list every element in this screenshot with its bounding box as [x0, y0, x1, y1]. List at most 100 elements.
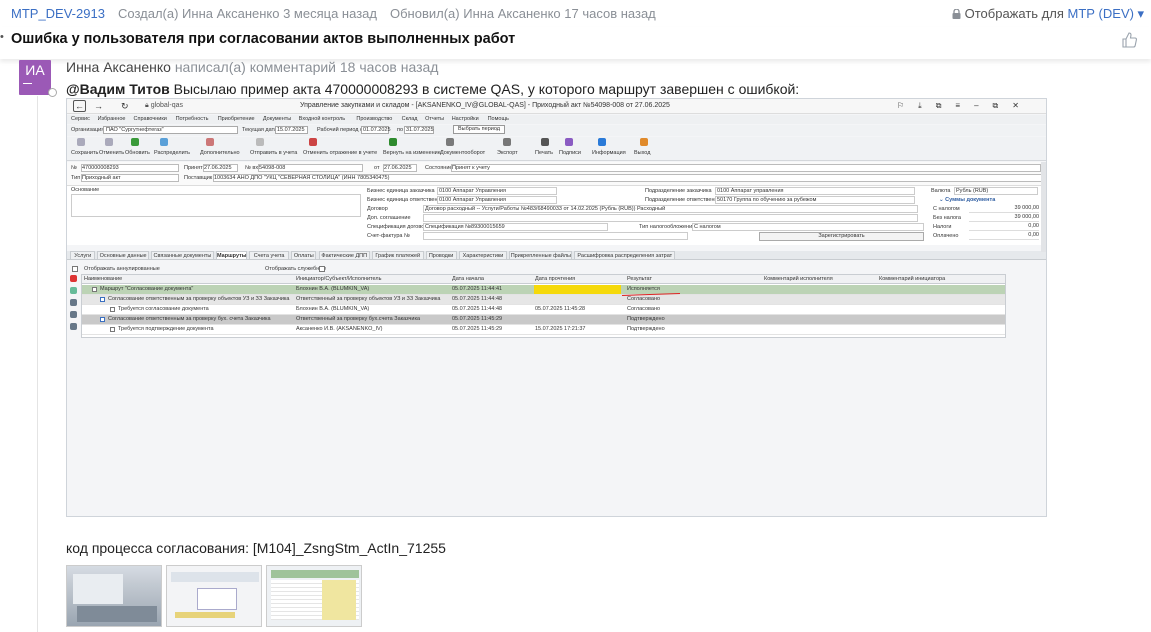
toolbar-button-0[interactable]: Сохранить: [71, 138, 98, 156]
attachment-thumbnail-2[interactable]: [166, 565, 262, 627]
period-to[interactable]: 31.07.2025: [404, 126, 434, 134]
visibility-value[interactable]: МТР (DEV) ▾: [1068, 6, 1145, 21]
menu-item-7[interactable]: Производство: [356, 116, 392, 122]
basis-textarea[interactable]: [71, 194, 361, 217]
toolbar-button-2[interactable]: Обновить: [125, 138, 150, 156]
toolbar-button-13[interactable]: Выход: [634, 138, 650, 156]
no-field[interactable]: 470000008293: [81, 164, 179, 172]
org-select[interactable]: ПАО "Сургутнефтегаз": [103, 126, 238, 134]
table-row[interactable]: Согласование ответственным за проверку о…: [82, 295, 1005, 305]
table-row[interactable]: Согласование ответственным за проверку б…: [82, 315, 1005, 325]
supplier-field[interactable]: 1003634 АНО ДПО "УКЦ "СЕВЕРНАЯ СТОЛИЦА" …: [213, 174, 1043, 182]
tab-3[interactable]: Маршруты: [216, 251, 248, 260]
avatar[interactable]: ИА: [19, 60, 57, 97]
back-icon[interactable]: ←: [73, 100, 86, 112]
state-label: Состояние: [425, 165, 453, 171]
tab-8[interactable]: Проводки: [425, 251, 457, 260]
form-wide-field-0[interactable]: Договор расходный -- Услуги/Работы №483/…: [423, 205, 918, 213]
tab-10[interactable]: Прикрепленные файлы: [509, 251, 573, 260]
toolbar-button-4[interactable]: Дополнительно: [200, 138, 240, 156]
tax-type-field[interactable]: С налогом: [692, 223, 924, 231]
toolbar-button-9[interactable]: Экспорт: [497, 138, 518, 156]
recv-field[interactable]: 27.06.2025: [203, 164, 238, 172]
menu-item-6[interactable]: Входной контроль: [299, 116, 345, 122]
issue-key-link[interactable]: MTP_DEV-2913: [11, 6, 105, 21]
side-icon-4[interactable]: [70, 323, 77, 330]
row-name: Требуется согласование документа: [118, 306, 209, 312]
period-to-label: по: [397, 127, 404, 133]
toolbar-button-7[interactable]: Вернуть на изменение: [383, 138, 441, 156]
toolbar-button-5[interactable]: Отправить в учета: [250, 138, 297, 156]
row-icon: [110, 327, 115, 332]
menu-item-8[interactable]: Склад: [402, 116, 418, 122]
toolbar-button-3[interactable]: Распределить: [154, 138, 190, 156]
tab-4[interactable]: Счета учета: [249, 251, 290, 260]
menu-item-0[interactable]: Сервис: [71, 116, 90, 122]
toolbar-button-12[interactable]: Информация: [592, 138, 626, 156]
menu-item-11[interactable]: Помощь: [488, 116, 509, 122]
form-wide-field-3[interactable]: [423, 232, 688, 240]
select-period-button[interactable]: Выбрать период: [453, 125, 505, 134]
menu-item-5[interactable]: Документы: [263, 116, 291, 122]
in-field[interactable]: 54098-008: [258, 164, 363, 172]
tab-9[interactable]: Характеристики: [458, 251, 508, 260]
toolbar-button-11[interactable]: Подписи: [559, 138, 581, 156]
scrollbar[interactable]: [1041, 162, 1046, 252]
url-bar[interactable]: 🔒︎ global-qas: [145, 102, 183, 110]
route-grid[interactable]: Наименование Инициатор/Субъект/Исполнител…: [81, 274, 1006, 338]
side-icon-1[interactable]: [70, 287, 77, 294]
tab-7[interactable]: График платежей: [372, 251, 424, 260]
menu-item-2[interactable]: Справочники: [134, 116, 167, 122]
comment-author-line: Инна Аксаненко написал(а) комментарий 18…: [66, 59, 438, 75]
menu-item-9[interactable]: Отчеты: [425, 116, 444, 122]
window-controls[interactable]: ⚐⤓⧉≡–⧉✕: [897, 101, 1033, 111]
tab-11[interactable]: Расшифровка распределения затрат: [574, 251, 676, 260]
like-icon[interactable]: [1121, 32, 1137, 48]
toolbar-icon-10: [541, 138, 549, 146]
period-label: Рабочий период с: [317, 127, 363, 133]
side-icon-3[interactable]: [70, 311, 77, 318]
form-field-2[interactable]: 0100 Аппарат управления: [715, 187, 915, 195]
form-wide-field-2[interactable]: Спецификация №89300015659: [423, 223, 608, 231]
from-field[interactable]: 27.06.2025: [383, 164, 417, 172]
attachment-thumbnail-1[interactable]: [66, 565, 162, 627]
checkbox-annulled[interactable]: [72, 266, 78, 272]
tab-6[interactable]: Фактические ДПП: [318, 251, 370, 260]
register-button[interactable]: Зарегистрировать: [759, 232, 924, 241]
tab-2[interactable]: Связанные документы: [150, 251, 214, 260]
toolbar-button-10[interactable]: Печать: [535, 138, 553, 156]
side-icon-2[interactable]: [70, 299, 77, 306]
side-icon-0[interactable]: [70, 275, 77, 282]
attachment-thumbnail-3[interactable]: [266, 565, 362, 627]
menu-item-3[interactable]: Потребность: [176, 116, 209, 122]
form-field-0[interactable]: 0100 Аппарат Управления: [437, 187, 557, 195]
menu-item-1[interactable]: Избранное: [98, 116, 126, 122]
toolbar-button-8[interactable]: Документооборот: [440, 138, 485, 156]
table-row[interactable]: Требуется подтверждение документа Аксанен…: [82, 325, 1005, 335]
tab-1[interactable]: Основные данные: [97, 251, 149, 260]
visibility-selector[interactable]: Отображать для МТР (DEV) ▾: [952, 6, 1144, 22]
mention-link[interactable]: @Вадим Титов: [66, 81, 170, 97]
tab-5[interactable]: Оплаты: [291, 251, 317, 260]
type-field[interactable]: Приходный акт: [81, 174, 179, 182]
attached-screenshot[interactable]: ← → ↻ 🔒︎ global-qas Управление закупками…: [66, 98, 1047, 517]
period-from[interactable]: 01.07.2025: [361, 126, 391, 134]
table-row[interactable]: Маршрут "Согласование документа" Блохнин …: [82, 285, 1005, 295]
form-field-3[interactable]: 50170 Группа по обучению за рубежом: [715, 196, 915, 204]
tab-0[interactable]: Услуги: [70, 251, 96, 260]
form-field-1[interactable]: 0100 Аппарат Управления: [437, 196, 557, 204]
toolbar-button-1[interactable]: Отменить: [99, 138, 124, 156]
table-row[interactable]: Требуется согласование документа Блохнин …: [82, 305, 1005, 315]
form-wide-field-1[interactable]: [423, 214, 918, 222]
reload-icon[interactable]: ↻: [121, 101, 129, 112]
forward-icon[interactable]: →: [94, 101, 103, 111]
checkbox-service[interactable]: [319, 266, 325, 272]
form-area: Основание Бизнес единица заказчика 0100 А…: [67, 185, 1046, 245]
menu-item-4[interactable]: Приобретение: [218, 116, 255, 122]
comment-author[interactable]: Инна Аксаненко: [66, 59, 171, 75]
date-field[interactable]: 15.07.2025: [275, 126, 308, 134]
menu-item-10[interactable]: Настройки: [452, 116, 479, 122]
currency-field[interactable]: Рубль (RUB): [954, 187, 1038, 195]
toolbar-button-6[interactable]: Отменить отражение в учете: [303, 138, 377, 156]
state-field[interactable]: Принят к учету: [451, 164, 1041, 172]
